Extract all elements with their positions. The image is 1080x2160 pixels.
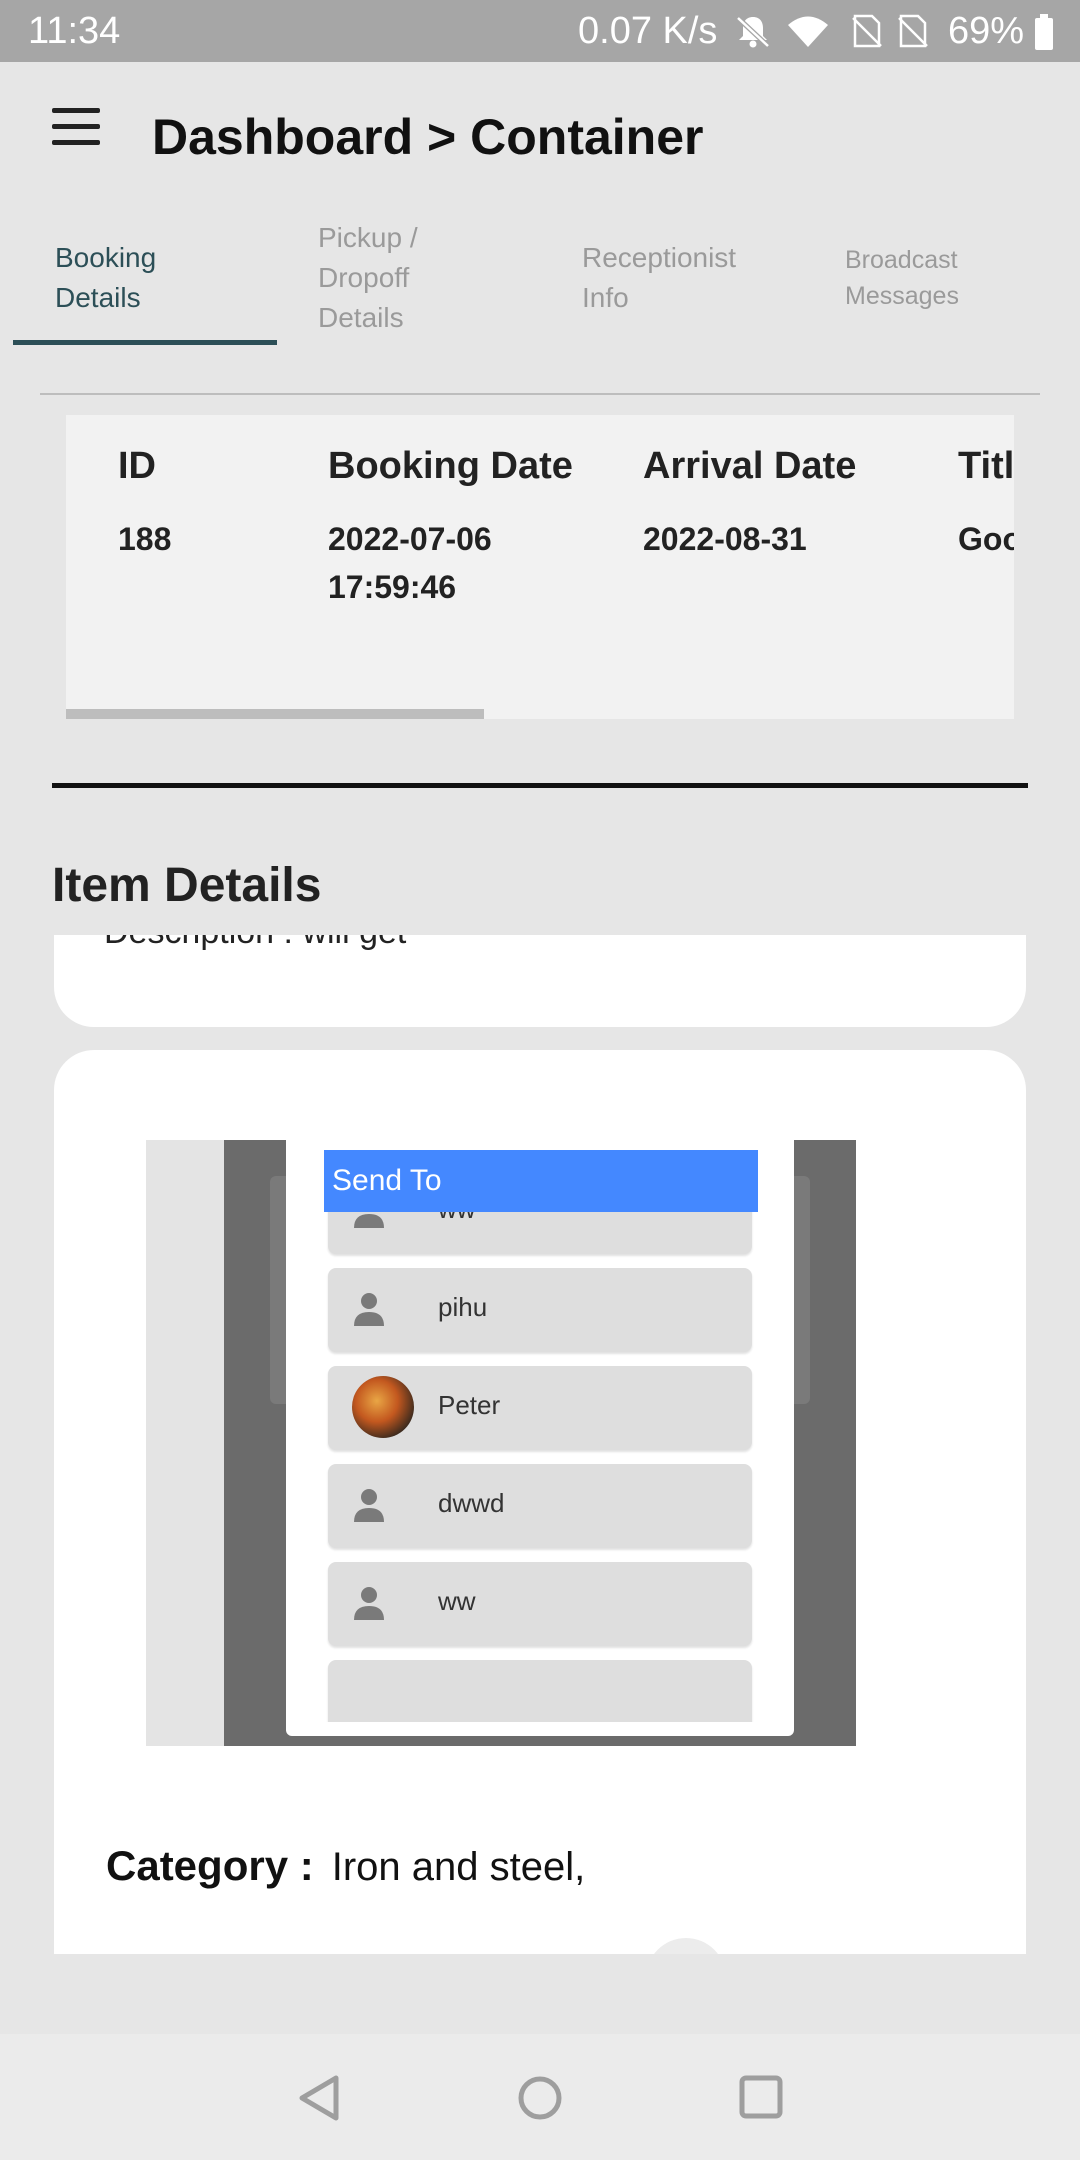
- tab-label-line: Details: [318, 302, 404, 333]
- status-network-speed: 0.07 K/s: [578, 10, 718, 52]
- column-header-id: ID: [118, 445, 156, 487]
- item-card: Description : will get: [54, 935, 1026, 1027]
- cell-booking-date: 2022-07-06 17:59:46: [328, 515, 492, 611]
- list-item: ww: [328, 1562, 752, 1646]
- person-icon: [354, 1293, 384, 1326]
- dialog-title: Send To: [324, 1150, 758, 1212]
- no-sim-icon: [898, 14, 928, 48]
- tab-label-line: Info: [582, 282, 629, 313]
- contact-name: ww: [438, 1586, 476, 1616]
- tab-label-line: Receptionist: [582, 242, 737, 273]
- tab-label-line: Booking: [55, 242, 157, 273]
- tab-label-line: Pickup /: [318, 222, 418, 253]
- contact-name: ww: [438, 1212, 476, 1225]
- cell-booking-date-time: 17:59:46: [328, 569, 457, 605]
- contact-name: dwwd: [438, 1488, 505, 1518]
- tab-label-line: Broadcast: [845, 246, 958, 274]
- list-item: [328, 1660, 752, 1722]
- no-sim-icon: [852, 14, 882, 48]
- cell-title: Goo: [958, 521, 1014, 557]
- tab-broadcast-messages[interactable]: Broadcast Messages: [845, 242, 959, 314]
- back-icon[interactable]: [296, 2074, 342, 2122]
- avatar: [352, 1376, 414, 1438]
- item-image[interactable]: Send To ww pihu Peter: [146, 1140, 856, 1746]
- column-header-booking-date: Booking Date: [328, 445, 573, 487]
- category-value: Iron and steel,: [331, 1845, 586, 1889]
- cell-booking-date-day: 2022-07-06: [328, 521, 492, 557]
- item-card: Send To ww pihu Peter: [54, 1050, 1026, 1954]
- list-item: ww: [328, 1212, 752, 1254]
- recents-icon[interactable]: [738, 2074, 784, 2120]
- list-item: pihu: [328, 1268, 752, 1352]
- tab-label-line: Messages: [845, 282, 959, 310]
- battery-icon: [1035, 14, 1053, 50]
- column-header-title: Titl: [958, 445, 1014, 487]
- person-icon: [354, 1214, 384, 1228]
- tab-divider: [40, 393, 1040, 395]
- send-to-dialog: Send To ww pihu Peter: [286, 1140, 794, 1736]
- bell-off-icon: [736, 16, 770, 48]
- tab-booking-details[interactable]: Booking Details: [55, 238, 156, 318]
- status-bar: 11:34 0.07 K/s 69%: [0, 0, 1080, 62]
- cell-arrival-date: 2022-08-31: [643, 521, 807, 557]
- wifi-icon: [788, 16, 828, 47]
- item-description: Description : will get: [104, 935, 406, 952]
- tab-receptionist-info[interactable]: Receptionist Info: [582, 238, 736, 318]
- list-item: Peter: [328, 1366, 752, 1450]
- person-icon: [354, 1587, 384, 1620]
- active-tab-indicator: [13, 340, 277, 345]
- person-icon: [354, 1489, 384, 1522]
- status-battery: 69%: [948, 10, 1025, 52]
- page-title: Dashboard > Container: [152, 109, 704, 165]
- item-details-heading: Item Details: [52, 859, 322, 912]
- column-header-arrival-date: Arrival Date: [643, 445, 857, 487]
- contact-list: ww pihu Peter dwwd: [286, 1212, 794, 1722]
- list-item: dwwd: [328, 1464, 752, 1548]
- tab-pickup-dropoff-details[interactable]: Pickup / Dropoff Details: [318, 218, 418, 338]
- contact-name: Peter: [438, 1390, 501, 1420]
- tab-label-line: Dropoff: [318, 262, 410, 293]
- system-nav-bar: [0, 2034, 1080, 2160]
- hamburger-icon[interactable]: [52, 108, 100, 148]
- section-divider: [52, 783, 1028, 788]
- cell-id: 188: [118, 521, 172, 557]
- horizontal-scrollbar[interactable]: [66, 709, 484, 719]
- status-time: 11:34: [28, 10, 121, 52]
- category-label: Category :: [106, 1842, 314, 1889]
- booking-table[interactable]: ID Booking Date Arrival Date Titl 188 20…: [66, 415, 1014, 719]
- floating-button[interactable]: [646, 1938, 726, 1954]
- tab-label-line: Details: [55, 282, 141, 313]
- category-row: Category : Iron and steel,: [106, 1842, 585, 1890]
- contact-name: pihu: [438, 1292, 488, 1322]
- home-icon[interactable]: [516, 2074, 564, 2122]
